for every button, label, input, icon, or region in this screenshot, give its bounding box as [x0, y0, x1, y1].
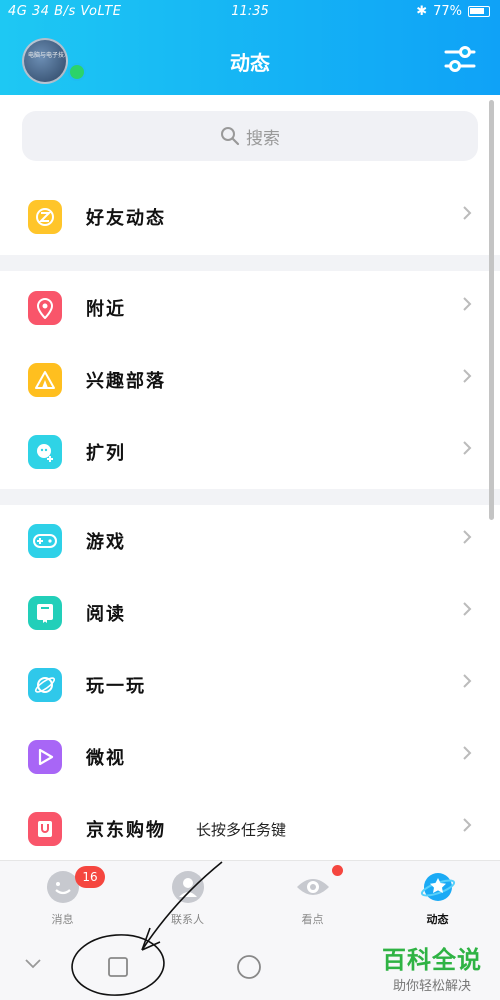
list-item-label: 扩列	[86, 443, 126, 464]
list-item-label: 微视	[86, 748, 126, 769]
scrollbar[interactable]	[489, 100, 494, 520]
chevron-down-icon[interactable]	[24, 958, 42, 970]
chevron-right-icon	[463, 674, 472, 688]
chevron-right-icon	[463, 746, 472, 760]
watermark-title: 百科全说	[382, 946, 482, 974]
book-icon	[28, 596, 62, 630]
list-item-weishi[interactable]: 微视	[0, 721, 500, 793]
gamepad-icon	[28, 524, 62, 558]
list-item-reading[interactable]: 阅读	[0, 577, 500, 649]
list-item-label: 阅读	[86, 604, 126, 625]
list-item-label: 兴趣部落	[86, 371, 166, 392]
star-planet-icon	[420, 873, 456, 901]
chevron-right-icon	[463, 369, 472, 383]
planet-icon	[28, 668, 62, 702]
tab-messages[interactable]: 16 消息	[0, 861, 125, 933]
tab-contacts[interactable]: 联系人	[125, 861, 250, 933]
main-list: 搜索 好友动态 附近 兴趣部落 扩列 游戏 阅读 玩一玩 微视 京东购物 长按多…	[0, 95, 500, 860]
list-item-label: 好友动态	[86, 208, 166, 229]
chevron-right-icon	[463, 441, 472, 455]
watermark-subtitle: 助你轻松解决	[392, 979, 471, 994]
play-icon	[28, 740, 62, 774]
search-input[interactable]: 搜索	[22, 111, 478, 161]
search-icon	[221, 127, 240, 146]
bag-icon	[28, 812, 62, 846]
search-placeholder: 搜索	[246, 128, 280, 149]
chevron-right-icon	[463, 297, 472, 311]
bluetooth-icon: ✱	[416, 4, 428, 19]
chevron-right-icon	[463, 818, 472, 832]
tab-kandian[interactable]: 看点	[250, 861, 375, 933]
section-divider	[0, 255, 500, 271]
tent-icon	[28, 363, 62, 397]
eye-icon	[297, 879, 329, 895]
list-item-nearby[interactable]: 附近	[0, 272, 500, 344]
chevron-right-icon	[463, 530, 472, 544]
status-bar: 4G 34 B/s VoLTE 11:35 ✱ 77%	[0, 0, 500, 26]
filter-settings-icon[interactable]	[444, 45, 476, 73]
face-plus-icon	[28, 435, 62, 469]
battery-percent: 77%	[433, 4, 462, 19]
home-button[interactable]	[236, 954, 262, 980]
watermark-logo: 百科全说 助你轻松解决	[372, 940, 492, 994]
tab-label: 动态	[426, 913, 449, 926]
section-divider	[0, 489, 500, 505]
recent-apps-button[interactable]	[107, 956, 129, 978]
unread-badge: 16	[75, 866, 105, 888]
list-item-label: 游戏	[86, 532, 126, 553]
battery-icon	[468, 6, 490, 17]
list-item-label: 附近	[86, 299, 126, 320]
tab-label: 消息	[51, 913, 74, 926]
list-item-games[interactable]: 游戏	[0, 505, 500, 577]
tab-label: 联系人	[171, 913, 204, 926]
list-item-label: 京东购物	[86, 820, 166, 841]
location-pin-icon	[28, 291, 62, 325]
app-header: 4G 34 B/s VoLTE 11:35 ✱ 77% 电脑与电子技术 动态	[0, 0, 500, 95]
list-item-expand-friends[interactable]: 扩列	[0, 416, 500, 488]
chevron-right-icon	[463, 602, 472, 616]
page-title: 动态	[230, 51, 270, 75]
star-z-icon	[28, 200, 62, 234]
notification-dot	[332, 865, 343, 876]
tab-feed[interactable]: 动态	[375, 861, 500, 933]
list-item-label: 玩一玩	[86, 676, 146, 697]
long-press-hint: 长按多任务键	[196, 820, 287, 839]
list-item-play[interactable]: 玩一玩	[0, 649, 500, 721]
list-item-interest-tribe[interactable]: 兴趣部落	[0, 344, 500, 416]
list-item-friend-feed[interactable]: 好友动态	[0, 181, 500, 253]
status-icons: ✱ 77%	[416, 4, 490, 19]
chevron-right-icon	[463, 206, 472, 220]
list-item-jd-shopping[interactable]: 京东购物 长按多任务键	[0, 793, 500, 865]
person-icon	[172, 871, 204, 903]
tab-label: 看点	[301, 913, 324, 926]
bottom-tab-bar: 16 消息 联系人 看点 动态	[0, 860, 500, 932]
